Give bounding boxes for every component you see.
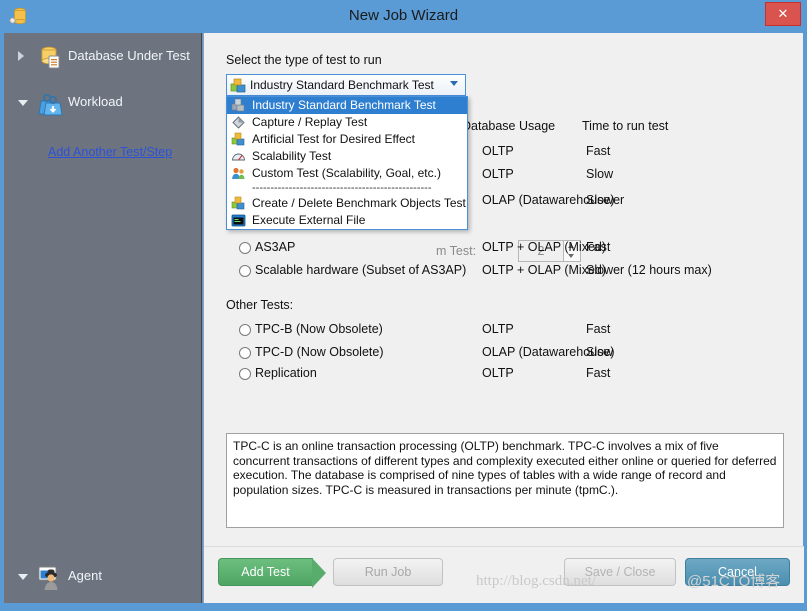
row-label: Scalable hardware (Subset of AS3AP): [255, 263, 467, 277]
row-time: Fast: [586, 322, 611, 336]
cancel-button[interactable]: Cancel: [685, 558, 790, 586]
test-type-dropdown-list[interactable]: Industry Standard Benchmark Test Capture…: [226, 96, 468, 230]
terminal-icon: [231, 213, 246, 228]
dropdown-option-custom-test[interactable]: Custom Test (Scalability, Goal, etc.): [227, 165, 467, 182]
radio-button[interactable]: [239, 242, 251, 254]
blocks-icon: [231, 132, 246, 147]
column-header-database-usage: Database Usage: [462, 119, 556, 133]
row-label: TPC-B (Now Obsolete): [255, 322, 383, 336]
new-job-wizard-window: New Job Wizard ✕ Database Under Test Wor…: [0, 0, 807, 611]
sidebar-item-label: Agent: [68, 568, 102, 583]
test-type-icon: [230, 78, 246, 94]
row-label: AS3AP: [255, 240, 296, 254]
dropdown-option-label: Create / Delete Benchmark Objects Test: [252, 196, 466, 210]
dropdown-option-label: Execute External File: [252, 213, 366, 227]
dropdown-option-label: Artificial Test for Desired Effect: [252, 132, 415, 146]
row-label: Replication: [255, 366, 317, 380]
row-time: Slow: [586, 345, 614, 359]
column-header-time-to-run: Time to run test: [582, 119, 669, 133]
radio-button[interactable]: [239, 368, 251, 380]
combobox-value: Industry Standard Benchmark Test: [250, 78, 434, 92]
radio-button[interactable]: [239, 324, 251, 336]
table-row[interactable]: AS3AP OLTP + OLAP (Mixed) Fast: [226, 238, 786, 261]
sidebar-item-workload[interactable]: Workload: [4, 85, 202, 119]
chevron-right-icon[interactable]: [18, 51, 24, 61]
row-time: Slower (12 hours max): [586, 263, 712, 277]
dropdown-option-label: Industry Standard Benchmark Test: [252, 98, 436, 112]
row-usage: OLTP: [482, 322, 514, 336]
diamond-icon: [231, 115, 246, 130]
button-bar: Add Test Run Job Save / Close Cancel: [204, 546, 804, 603]
instruction-label: Select the type of test to run: [226, 53, 382, 67]
content-panel: Select the type of test to run Database …: [203, 33, 804, 603]
chevron-down-icon[interactable]: [18, 574, 28, 580]
row-usage: OLTP: [482, 366, 514, 380]
dropdown-separator: ----------------------------------------…: [252, 182, 432, 194]
window-title: New Job Wizard: [348, 7, 459, 24]
dropdown-option-scalability-test[interactable]: Scalability Test: [227, 148, 467, 165]
table-row[interactable]: TPC-B (Now Obsolete) OLTP Fast: [226, 320, 786, 343]
row-time: Fast: [586, 144, 611, 158]
close-button[interactable]: ✕: [765, 2, 801, 26]
row-label: TPC-D (Now Obsolete): [255, 345, 384, 359]
benchmark-icon: [231, 98, 246, 113]
dropdown-option-label: Custom Test (Scalability, Goal, etc.): [252, 166, 441, 180]
agent-icon: [36, 563, 64, 591]
table-row[interactable]: TPC-D (Now Obsolete) OLAP (Datawarehouse…: [226, 343, 786, 366]
add-another-test-step-link[interactable]: Add Another Test/Step: [48, 145, 172, 159]
dropdown-option-label: Scalability Test: [252, 149, 332, 163]
radio-button[interactable]: [239, 347, 251, 359]
radio-button[interactable]: [239, 265, 251, 277]
sidebar: Database Under Test Workload Add Another…: [4, 33, 202, 603]
row-time: Fast: [586, 366, 611, 380]
database-under-test-icon: [36, 43, 64, 71]
run-job-button[interactable]: Run Job: [333, 558, 443, 586]
dropdown-option-execute-external-file[interactable]: Execute External File: [227, 212, 467, 229]
row-time: Slow: [586, 167, 614, 181]
sidebar-item-label: Workload: [68, 94, 123, 109]
other-tests-label: Other Tests:: [226, 298, 294, 312]
dropdown-option-capture-replay-test[interactable]: Capture / Replay Test: [227, 114, 467, 131]
dropdown-option-create-delete-benchmark-objects-test[interactable]: Create / Delete Benchmark Objects Test: [227, 195, 467, 212]
row-time: Slower: [586, 193, 625, 207]
table-row[interactable]: Replication OLTP Fast: [226, 364, 786, 387]
dropdown-option-industry-standard-benchmark-test[interactable]: Industry Standard Benchmark Test: [227, 97, 467, 114]
title-bar: New Job Wizard ✕: [0, 0, 807, 32]
test-type-combobox[interactable]: Industry Standard Benchmark Test: [226, 74, 466, 96]
save-close-button[interactable]: Save / Close: [564, 558, 676, 586]
people-icon: [231, 166, 246, 181]
sidebar-item-agent[interactable]: Agent: [4, 559, 202, 593]
row-usage: OLTP: [482, 144, 514, 158]
sidebar-item-database-under-test[interactable]: Database Under Test: [4, 39, 202, 73]
blocks-icon: [231, 196, 246, 211]
sidebar-item-label: Database Under Test: [68, 48, 190, 63]
test-description-box: TPC-C is an online transaction processin…: [226, 433, 784, 528]
table-row[interactable]: Scalable hardware (Subset of AS3AP) OLTP…: [226, 261, 786, 284]
chevron-down-icon[interactable]: [450, 81, 458, 86]
dropdown-option-artificial-test[interactable]: Artificial Test for Desired Effect: [227, 131, 467, 148]
row-time: Fast: [586, 240, 611, 254]
dropdown-option-label: Capture / Replay Test: [252, 115, 368, 129]
add-test-button[interactable]: Add Test: [218, 558, 326, 588]
gauge-icon: [231, 149, 246, 164]
row-usage: OLTP: [482, 167, 514, 181]
workload-weights-icon: [36, 89, 64, 117]
chevron-down-icon[interactable]: [18, 100, 28, 106]
